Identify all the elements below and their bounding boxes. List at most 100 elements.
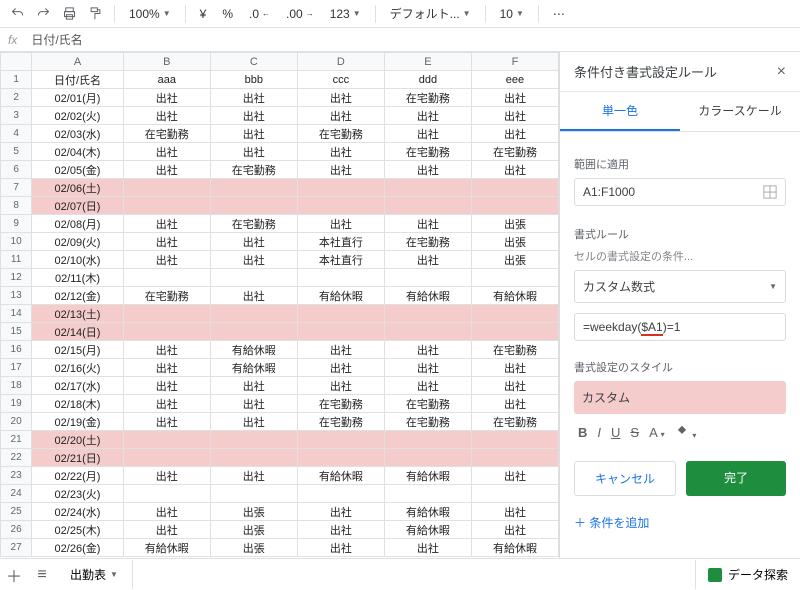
- cell[interactable]: 出社: [210, 125, 297, 143]
- cell[interactable]: 02/06(土): [32, 179, 124, 197]
- cell[interactable]: 02/19(金): [32, 413, 124, 431]
- cell[interactable]: 出社: [471, 521, 558, 539]
- cell[interactable]: 出社: [471, 107, 558, 125]
- row-header[interactable]: 12: [1, 269, 32, 287]
- cell[interactable]: 出社: [210, 143, 297, 161]
- cell[interactable]: 02/11(木): [32, 269, 124, 287]
- cell[interactable]: [123, 485, 210, 503]
- cell[interactable]: 在宅勤務: [123, 125, 210, 143]
- col-header[interactable]: B: [123, 53, 210, 71]
- cell[interactable]: 有給休暇: [210, 341, 297, 359]
- cell[interactable]: 有給休暇: [384, 467, 471, 485]
- tab-color-scale[interactable]: カラースケール: [680, 92, 800, 131]
- cell[interactable]: [297, 323, 384, 341]
- col-header[interactable]: [1, 53, 32, 71]
- cell[interactable]: 02/23(火): [32, 485, 124, 503]
- cell[interactable]: 出社: [123, 161, 210, 179]
- cell[interactable]: 02/05(金): [32, 161, 124, 179]
- cell[interactable]: 出社: [297, 107, 384, 125]
- row-header[interactable]: 25: [1, 503, 32, 521]
- cell[interactable]: 出社: [210, 89, 297, 107]
- explore-button[interactable]: データ探索: [695, 560, 800, 589]
- cancel-button[interactable]: キャンセル: [574, 461, 676, 496]
- number-format-select[interactable]: 123▼: [324, 7, 367, 21]
- cell[interactable]: [471, 449, 558, 467]
- cell[interactable]: 02/13(土): [32, 305, 124, 323]
- cell[interactable]: 出社: [123, 233, 210, 251]
- cell[interactable]: [297, 305, 384, 323]
- cell[interactable]: 有給休暇: [384, 503, 471, 521]
- cell[interactable]: 本社直行: [297, 233, 384, 251]
- row-header[interactable]: 17: [1, 359, 32, 377]
- cell[interactable]: 有給休暇: [210, 359, 297, 377]
- tab-single-color[interactable]: 単一色: [560, 92, 680, 131]
- row-header[interactable]: 23: [1, 467, 32, 485]
- cell[interactable]: ddd: [384, 71, 471, 89]
- cell[interactable]: 在宅勤務: [210, 215, 297, 233]
- cell[interactable]: 02/18(木): [32, 395, 124, 413]
- font-size-select[interactable]: 10▼: [494, 7, 530, 21]
- bold-button[interactable]: B: [578, 425, 587, 440]
- cell[interactable]: 在宅勤務: [384, 233, 471, 251]
- cell[interactable]: 出社: [297, 539, 384, 557]
- underline-button[interactable]: U: [611, 425, 620, 440]
- cell[interactable]: [384, 485, 471, 503]
- cell[interactable]: aaa: [123, 71, 210, 89]
- cell[interactable]: 有給休暇: [297, 467, 384, 485]
- cell[interactable]: 出社: [297, 377, 384, 395]
- percent-button[interactable]: %: [216, 7, 239, 21]
- cell[interactable]: 在宅勤務: [384, 395, 471, 413]
- cell[interactable]: 出張: [471, 251, 558, 269]
- cell[interactable]: 02/26(金): [32, 539, 124, 557]
- cell[interactable]: 出社: [297, 359, 384, 377]
- cell[interactable]: 出社: [297, 161, 384, 179]
- cell[interactable]: 出社: [471, 359, 558, 377]
- cell[interactable]: 出社: [210, 107, 297, 125]
- cell[interactable]: 02/04(木): [32, 143, 124, 161]
- font-select[interactable]: デフォルト...▼: [384, 5, 477, 22]
- cell[interactable]: [384, 269, 471, 287]
- cell[interactable]: 出社: [123, 143, 210, 161]
- condition-select[interactable]: カスタム数式 ▼: [574, 270, 786, 303]
- cell[interactable]: 在宅勤務: [297, 413, 384, 431]
- cell[interactable]: [210, 305, 297, 323]
- row-header[interactable]: 27: [1, 539, 32, 557]
- row-header[interactable]: 16: [1, 341, 32, 359]
- cell[interactable]: 02/01(月): [32, 89, 124, 107]
- cell[interactable]: 有給休暇: [123, 539, 210, 557]
- cell[interactable]: 出社: [297, 215, 384, 233]
- cell[interactable]: eee: [471, 71, 558, 89]
- cell[interactable]: 出社: [123, 395, 210, 413]
- cell[interactable]: 出社: [123, 215, 210, 233]
- add-condition-button[interactable]: ＋ 条件を追加: [574, 514, 786, 531]
- row-header[interactable]: 3: [1, 107, 32, 125]
- row-header[interactable]: 9: [1, 215, 32, 233]
- fill-color-button[interactable]: ▾: [675, 424, 697, 441]
- cell[interactable]: 出社: [123, 251, 210, 269]
- cell[interactable]: 出社: [384, 107, 471, 125]
- sheet-tab[interactable]: 出勤表 ▼: [56, 560, 133, 589]
- strike-button[interactable]: S: [630, 425, 639, 440]
- cell[interactable]: 出社: [123, 107, 210, 125]
- cell[interactable]: [384, 323, 471, 341]
- cell[interactable]: [297, 179, 384, 197]
- cell[interactable]: 出社: [471, 377, 558, 395]
- cell[interactable]: [297, 431, 384, 449]
- row-header[interactable]: 15: [1, 323, 32, 341]
- cell[interactable]: [210, 179, 297, 197]
- row-header[interactable]: 5: [1, 143, 32, 161]
- col-header[interactable]: C: [210, 53, 297, 71]
- cell[interactable]: 02/25(木): [32, 521, 124, 539]
- row-header[interactable]: 11: [1, 251, 32, 269]
- cell[interactable]: 有給休暇: [384, 521, 471, 539]
- col-header[interactable]: F: [471, 53, 558, 71]
- cell[interactable]: [123, 197, 210, 215]
- cell[interactable]: 出社: [123, 89, 210, 107]
- more-toolbar[interactable]: ⋯: [547, 7, 571, 21]
- cell[interactable]: 日付/氏名: [32, 71, 124, 89]
- cell[interactable]: [210, 197, 297, 215]
- cell[interactable]: 出張: [210, 503, 297, 521]
- cell[interactable]: 出社: [384, 341, 471, 359]
- cell[interactable]: [384, 449, 471, 467]
- cell[interactable]: 出社: [297, 521, 384, 539]
